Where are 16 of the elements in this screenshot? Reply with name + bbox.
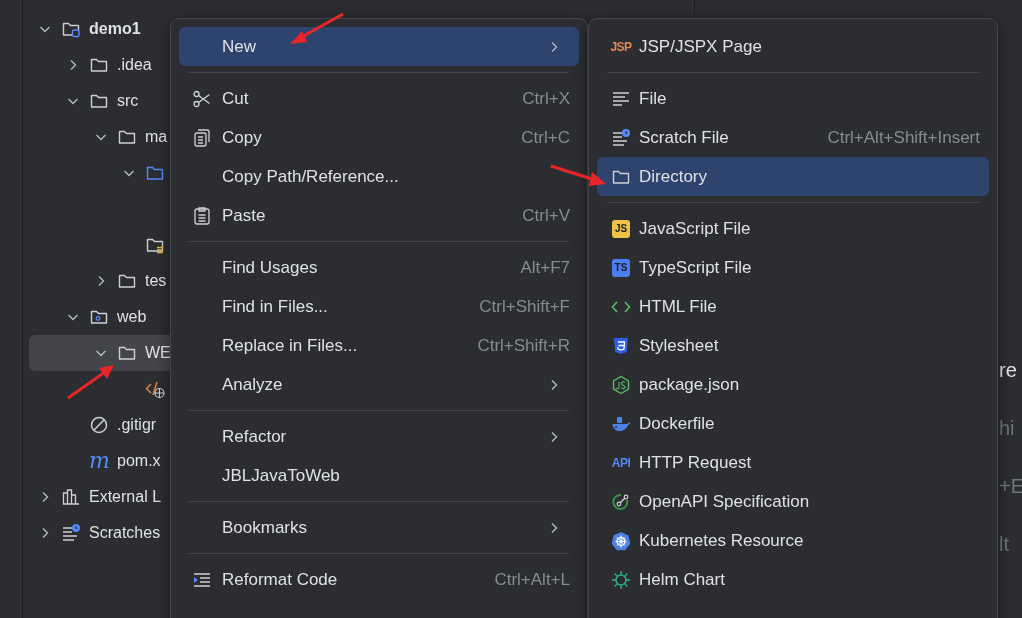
shortcut-text: Ctrl+Shift+R bbox=[477, 335, 570, 356]
shortcut-text: Ctrl+C bbox=[521, 127, 570, 148]
file-type-tile: TS bbox=[612, 258, 630, 277]
file-type-tile: JS bbox=[612, 219, 630, 238]
maven-icon: m bbox=[89, 451, 109, 471]
code-text: lt bbox=[999, 532, 1010, 557]
shortcut-text: Ctrl+X bbox=[522, 88, 570, 109]
shortcut-text: Ctrl+Shift+F bbox=[479, 296, 570, 317]
file-type-label: API bbox=[611, 454, 631, 472]
code-text: hi bbox=[999, 416, 1016, 441]
shortcut-text: Ctrl+Alt+L bbox=[494, 569, 570, 590]
shortcut-text: Ctrl+V bbox=[522, 205, 570, 226]
code-text: re bbox=[999, 358, 1018, 383]
shortcut-text: Alt+F7 bbox=[520, 257, 570, 278]
shortcut-text: Ctrl+Alt+Shift+Insert bbox=[827, 127, 980, 148]
file-type-label: JSP bbox=[610, 38, 632, 56]
